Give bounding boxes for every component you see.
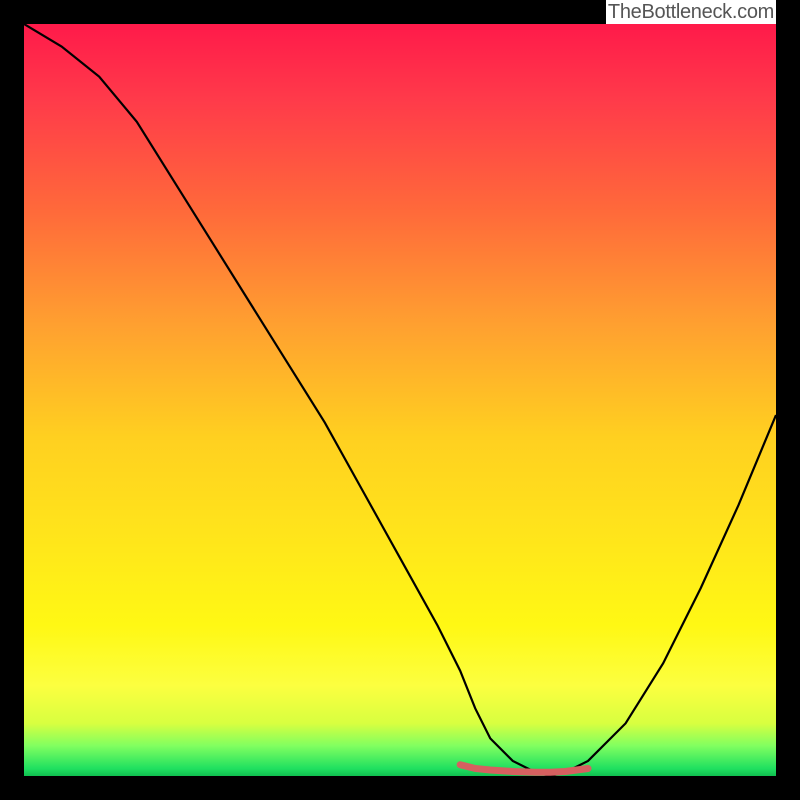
plot-area (24, 24, 776, 776)
attribution-label: TheBottleneck.com (606, 0, 776, 24)
chart-svg (24, 24, 776, 776)
curve-line (24, 24, 776, 776)
chart-frame: TheBottleneck.com (0, 0, 800, 800)
